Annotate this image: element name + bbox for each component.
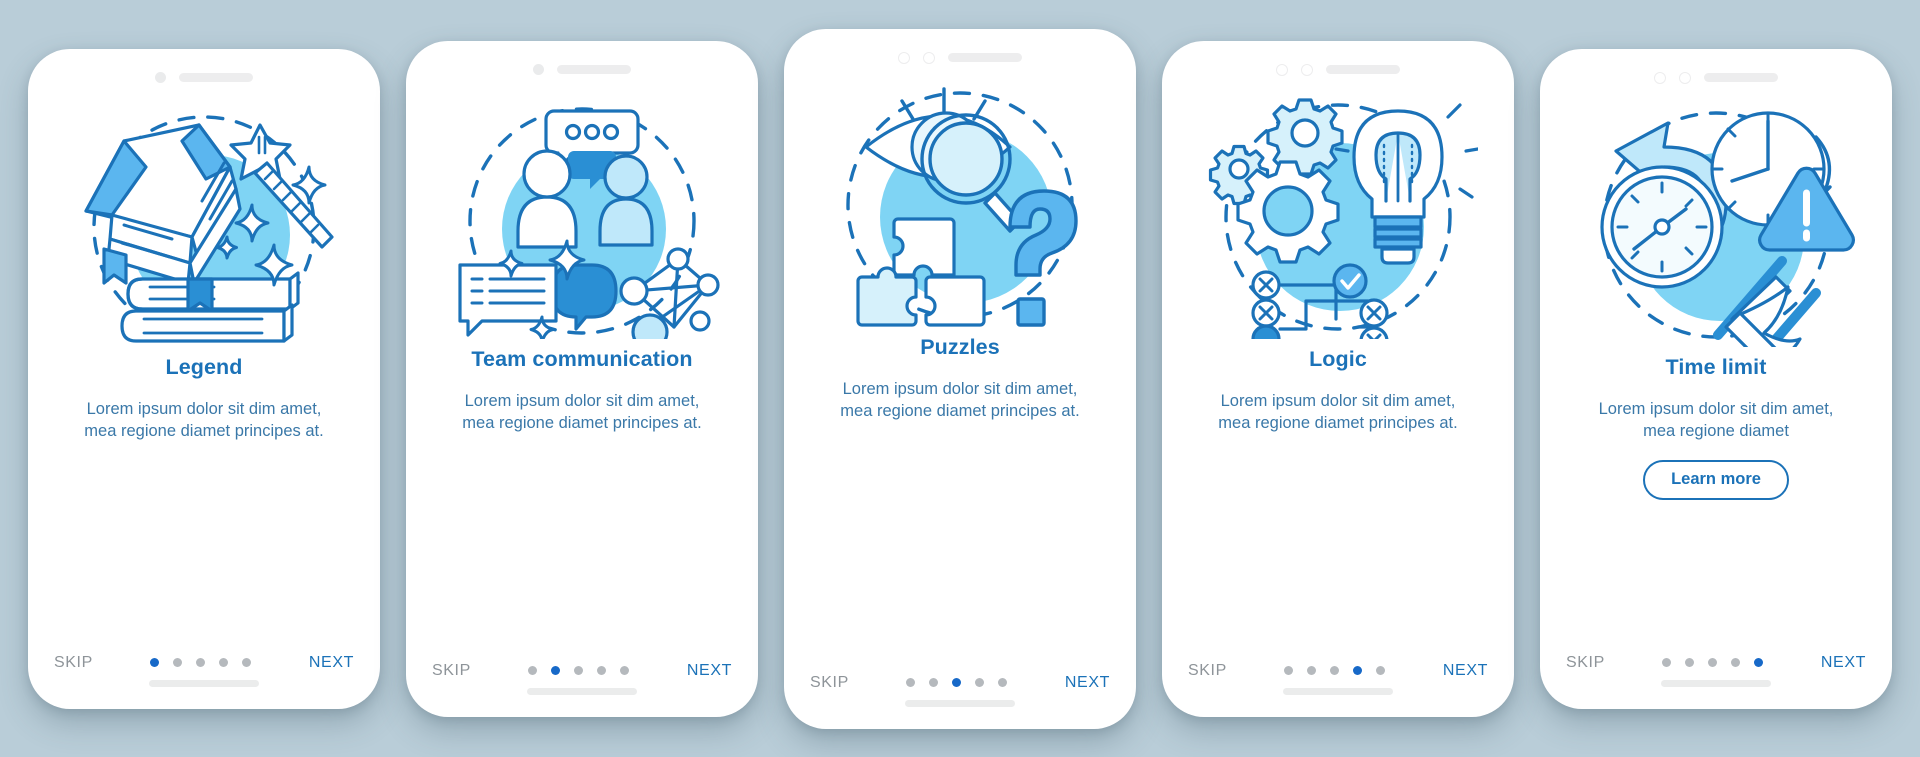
pagination-dot-2[interactable] <box>551 666 561 675</box>
next-button[interactable]: NEXT <box>309 654 354 672</box>
phone-notch <box>28 49 380 95</box>
next-button[interactable]: NEXT <box>1443 662 1488 680</box>
onboarding-nav: SKIP NEXT <box>1162 662 1514 680</box>
next-button[interactable]: NEXT <box>687 662 732 680</box>
page-description: Lorem ipsum dolor sit dim amet, mea regi… <box>462 391 702 433</box>
illustration-people-chat-network <box>442 89 722 339</box>
sensor-icon <box>923 51 935 64</box>
home-indicator <box>149 679 259 687</box>
page-description: Lorem ipsum dolor sit dim amet, mea regi… <box>84 399 324 441</box>
onboarding-nav: SKIP NEXT <box>784 674 1136 692</box>
screen-content: Logic Lorem ipsum dolor sit dim amet, me… <box>1162 339 1514 662</box>
home-indicator <box>1283 687 1393 695</box>
pagination-dot-5[interactable] <box>242 658 252 667</box>
pagination-dot-4[interactable] <box>597 666 607 675</box>
phone-notch <box>406 41 758 87</box>
camera-icon <box>155 72 166 83</box>
sensor-icon <box>1679 71 1691 84</box>
skip-button[interactable]: SKIP <box>1188 662 1227 680</box>
speaker-grille-icon <box>557 65 631 74</box>
camera-icon <box>898 51 910 64</box>
camera-icon <box>533 64 544 75</box>
pagination-dot-4[interactable] <box>975 678 985 688</box>
learn-more-button[interactable]: Learn more <box>1643 460 1789 500</box>
onboarding-screen-legend: Legend Lorem ipsum dolor sit dim amet, m… <box>28 48 380 709</box>
pagination-dot-1[interactable] <box>906 678 916 688</box>
screen-content: Legend Lorem ipsum dolor sit dim amet, m… <box>28 347 380 654</box>
onboarding-screen-puzzles: Puzzles Lorem ipsum dolor sit dim amet, … <box>784 28 1136 729</box>
home-indicator <box>1661 679 1771 687</box>
page-title: Time limit <box>1665 354 1767 379</box>
pagination-dots[interactable] <box>1284 666 1386 675</box>
pagination-dot-1[interactable] <box>1662 658 1672 667</box>
skip-button[interactable]: SKIP <box>1566 654 1605 672</box>
page-description: Lorem ipsum dolor sit dim amet, mea regi… <box>1218 391 1458 433</box>
page-title: Legend <box>165 354 243 379</box>
pagination-dot-3[interactable] <box>1708 658 1718 667</box>
skip-button[interactable]: SKIP <box>810 674 849 692</box>
illustration-clock-hourglass-warning <box>1576 97 1856 347</box>
onboarding-nav: SKIP NEXT <box>406 662 758 680</box>
speaker-grille-icon <box>1704 73 1778 82</box>
page-description: Lorem ipsum dolor sit dim amet, mea regi… <box>840 379 1080 421</box>
page-title: Logic <box>1309 346 1367 371</box>
pagination-dot-3[interactable] <box>1330 666 1340 675</box>
onboarding-screen-logic: Logic Lorem ipsum dolor sit dim amet, me… <box>1162 40 1514 717</box>
pagination-dot-3[interactable] <box>952 678 962 688</box>
pagination-dot-2[interactable] <box>1307 666 1317 675</box>
speaker-grille-icon <box>948 53 1022 62</box>
onboarding-screens-row: Legend Lorem ipsum dolor sit dim amet, m… <box>0 0 1920 757</box>
sensor-icon <box>1301 63 1313 76</box>
illustration-gears-brain-bulb <box>1198 89 1478 339</box>
onboarding-nav: SKIP NEXT <box>28 654 380 672</box>
illustration-eye-magnifier-puzzle <box>820 77 1100 327</box>
page-description: Lorem ipsum dolor sit dim amet, mea regi… <box>1598 399 1834 441</box>
home-indicator <box>527 687 637 695</box>
pagination-dots[interactable] <box>1662 658 1764 667</box>
next-button[interactable]: NEXT <box>1821 654 1866 672</box>
camera-icon <box>1276 63 1288 76</box>
pagination-dot-4[interactable] <box>1731 658 1741 667</box>
phone-notch <box>1540 49 1892 95</box>
screen-content: Puzzles Lorem ipsum dolor sit dim amet, … <box>784 327 1136 549</box>
page-title: Puzzles <box>920 334 1000 359</box>
phone-notch <box>784 29 1136 75</box>
pagination-dot-5[interactable] <box>1376 666 1386 675</box>
speaker-grille-icon <box>179 73 253 82</box>
onboarding-screen-time-limit: Time limit Lorem ipsum dolor sit dim ame… <box>1540 48 1892 709</box>
onboarding-screen-team-communication: Team communication Lorem ipsum dolor sit… <box>406 40 758 717</box>
page-title: Team communication <box>471 346 693 371</box>
pagination-dot-1[interactable] <box>150 658 160 667</box>
illustration-book-magic-wand <box>64 97 344 347</box>
screen-content: Team communication Lorem ipsum dolor sit… <box>406 339 758 662</box>
pagination-dot-1[interactable] <box>528 666 538 675</box>
onboarding-nav: SKIP NEXT <box>1540 654 1892 672</box>
pagination-dot-3[interactable] <box>574 666 584 675</box>
pagination-dot-2[interactable] <box>1685 658 1695 667</box>
pagination-dot-3[interactable] <box>196 658 206 667</box>
pagination-dot-4[interactable] <box>219 658 229 667</box>
pagination-dots[interactable] <box>528 666 630 675</box>
next-button[interactable]: NEXT <box>1065 674 1110 692</box>
pagination-dot-2[interactable] <box>173 658 183 667</box>
skip-button[interactable]: SKIP <box>432 662 471 680</box>
home-indicator <box>905 699 1015 707</box>
pagination-dots[interactable] <box>150 658 252 667</box>
pagination-dot-4[interactable] <box>1353 666 1363 675</box>
screen-content: Time limit Lorem ipsum dolor sit dim ame… <box>1540 347 1892 654</box>
phone-notch <box>1162 41 1514 87</box>
pagination-dot-5[interactable] <box>998 678 1008 688</box>
speaker-grille-icon <box>1326 65 1400 74</box>
skip-button[interactable]: SKIP <box>54 654 93 672</box>
pagination-dot-2[interactable] <box>929 678 939 688</box>
camera-icon <box>1654 71 1666 84</box>
pagination-dot-5[interactable] <box>1754 658 1764 667</box>
pagination-dot-5[interactable] <box>620 666 630 675</box>
pagination-dot-1[interactable] <box>1284 666 1294 675</box>
pagination-dots[interactable] <box>906 678 1008 688</box>
